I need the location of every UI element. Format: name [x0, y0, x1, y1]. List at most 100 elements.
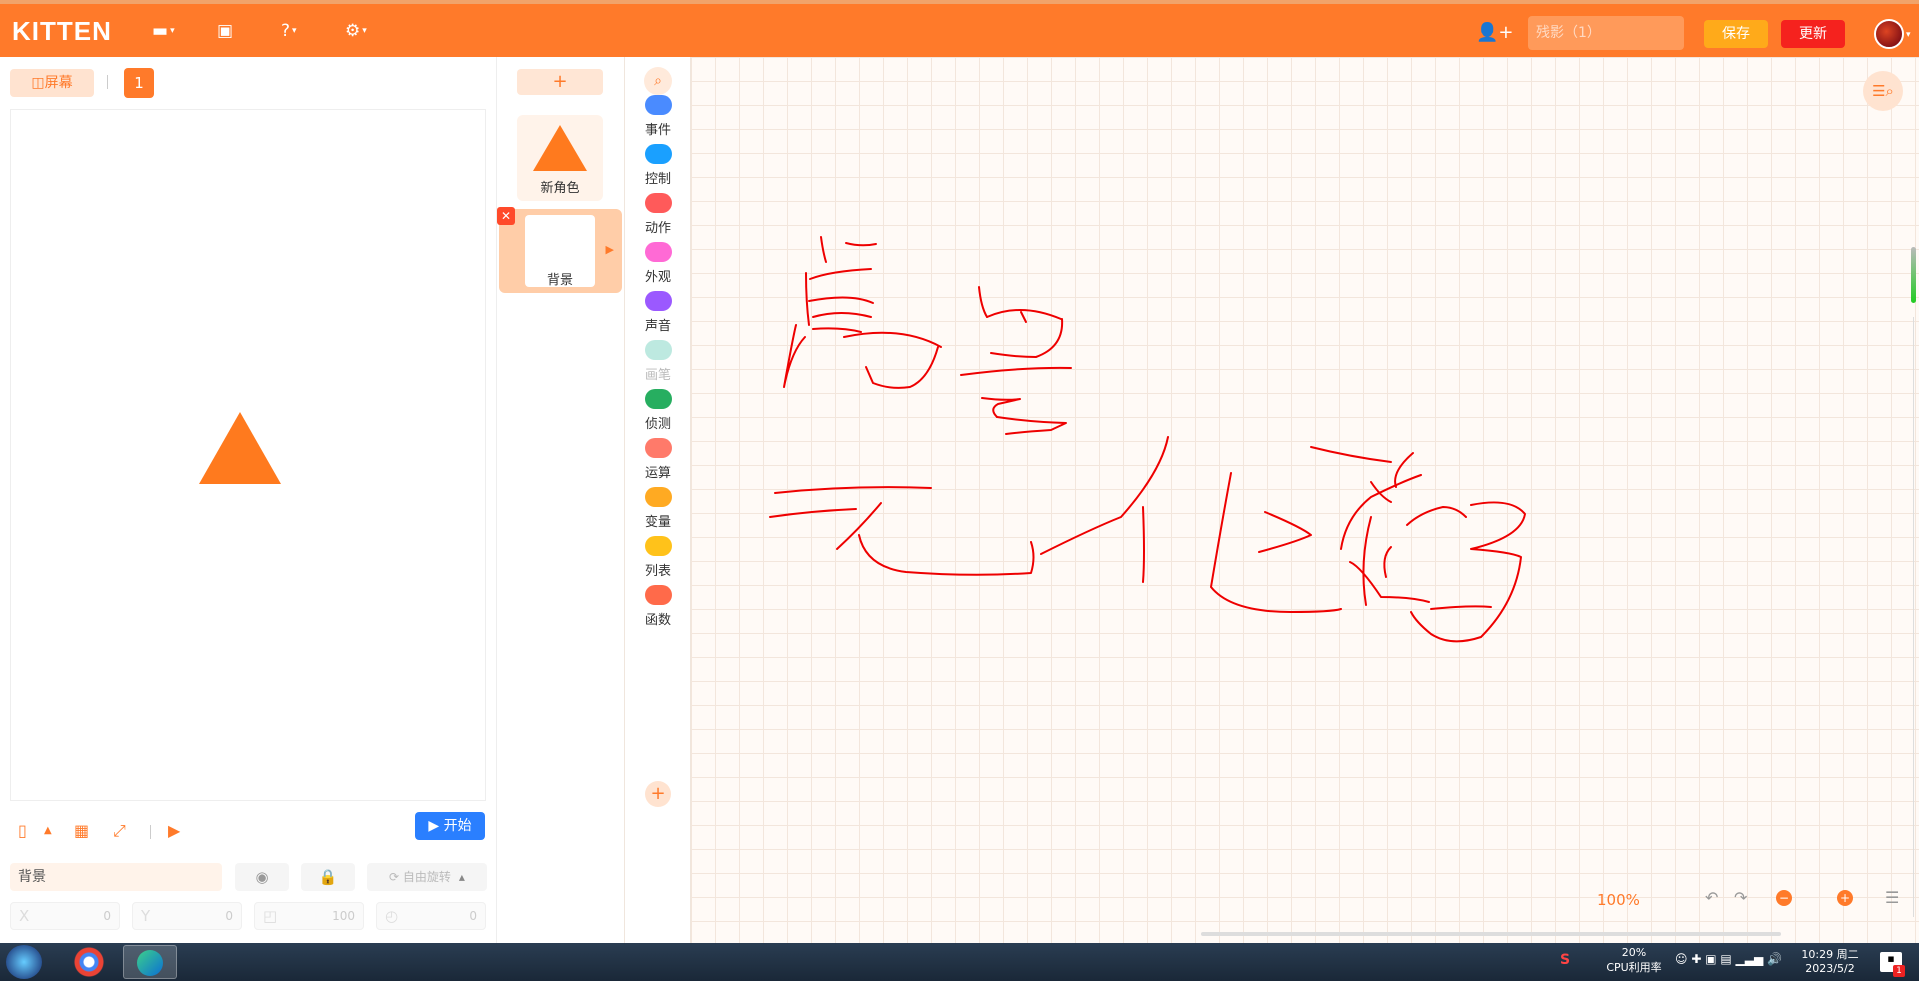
code-workspace[interactable]: ☰⌕ ↶ ↷ − 100% + ☰: [691, 57, 1919, 943]
workspace-search-button[interactable]: ☰⌕: [1863, 71, 1903, 111]
ink-stroke: [820, 236, 827, 263]
ink-stroke: [1410, 501, 1526, 643]
update-button[interactable]: 更新: [1781, 20, 1845, 48]
visibility-toggle[interactable]: ◉: [235, 863, 289, 891]
category-operator[interactable]: 运算: [625, 438, 691, 486]
ink-stroke: [978, 286, 988, 318]
category-motion[interactable]: 动作: [625, 193, 691, 241]
chrome-taskbar-icon[interactable]: [62, 945, 116, 979]
add-extension-button[interactable]: +: [645, 781, 671, 807]
rotation-mode-select[interactable]: ⟳ 自由旋转 ▴: [367, 863, 487, 891]
chevron-right-icon[interactable]: ▶: [606, 243, 614, 256]
ink-stroke: [774, 486, 932, 494]
avatar[interactable]: [1874, 19, 1904, 49]
screen-icon: ◫: [31, 75, 45, 91]
stage-sprite-triangle[interactable]: [199, 412, 281, 484]
background-card[interactable]: 背景 ✕ ▶: [497, 207, 622, 293]
category-sensing[interactable]: 侦测: [625, 389, 691, 437]
ink-stroke: [990, 318, 1064, 358]
settings-menu[interactable]: ⚙ ▾: [345, 18, 367, 44]
add-sprite-button[interactable]: +: [517, 69, 603, 95]
pen-icon: [644, 340, 672, 360]
category-looks[interactable]: 外观: [625, 242, 691, 290]
ink-stroke: [1142, 506, 1145, 583]
vertical-scrollbar[interactable]: [1911, 247, 1916, 303]
size-field[interactable]: ◰ 100: [254, 902, 364, 930]
event-icon: [644, 95, 672, 115]
undo-icon[interactable]: ↶: [1705, 888, 1718, 907]
stage-canvas[interactable]: [10, 109, 486, 801]
horizontal-scrollbar[interactable]: [1201, 932, 1781, 936]
category-label: 事件: [644, 123, 671, 138]
ink-stroke: [805, 272, 810, 326]
caret-up-icon[interactable]: ▲: [44, 825, 52, 836]
project-name-field[interactable]: 残影（1）: [1528, 16, 1684, 50]
variable-icon: [644, 487, 672, 507]
x-field[interactable]: X0: [10, 902, 120, 930]
screen-button[interactable]: ◫屏幕: [10, 69, 94, 97]
y-field[interactable]: Y0: [132, 902, 242, 930]
category-event[interactable]: 事件: [625, 95, 691, 143]
zoom-level: 100%: [1597, 891, 1640, 909]
tray-icons[interactable]: ☺ ✚ ▣ ▤ ▁▃▅ 🔊: [1675, 952, 1782, 966]
search-icon[interactable]: ⌕: [644, 67, 672, 95]
redo-icon[interactable]: ↷: [1734, 888, 1747, 907]
rotate-icon: ⟳: [389, 870, 403, 884]
motion-icon: [644, 193, 672, 213]
ink-stroke: [1383, 546, 1392, 578]
zoom-in-button[interactable]: +: [1837, 890, 1853, 906]
sound-icon: [644, 291, 672, 311]
lock-icon: 🔒: [318, 868, 338, 886]
object-name-field[interactable]: 背景: [10, 863, 222, 891]
chevron-down-icon[interactable]: ▾: [1906, 30, 1911, 40]
sprite-card[interactable]: 新角色: [517, 115, 603, 201]
divider: [150, 825, 151, 839]
cpu-widget[interactable]: 20% CPU利用率: [1598, 946, 1670, 975]
device-icon[interactable]: ▯: [18, 821, 27, 840]
app-logo: KITTEN: [12, 16, 112, 46]
category-variable[interactable]: 变量: [625, 487, 691, 535]
ime-icon[interactable]: S: [1560, 952, 1570, 968]
fullscreen-icon[interactable]: ⤢: [113, 821, 126, 841]
close-icon[interactable]: ✕: [497, 207, 515, 225]
ink-stroke: [1362, 516, 1372, 606]
start-button[interactable]: ▶ 开始: [415, 812, 485, 840]
category-sound[interactable]: 声音: [625, 291, 691, 339]
help-menu[interactable]: ? ▾: [281, 18, 297, 44]
folder-icon: ▬: [152, 21, 169, 41]
lock-toggle[interactable]: 🔒: [301, 863, 355, 891]
category-pen[interactable]: 画笔: [625, 340, 691, 388]
add-collaborator-icon[interactable]: 👤+: [1476, 22, 1514, 43]
ink-stroke: [981, 397, 1021, 418]
ink-stroke: [1430, 605, 1492, 610]
windows-start-button[interactable]: [6, 945, 42, 979]
align-blocks-icon[interactable]: ☰: [1885, 888, 1899, 907]
backpack-icon[interactable]: ▣: [217, 18, 233, 44]
category-function[interactable]: 函数: [625, 585, 691, 633]
grid-icon[interactable]: ▦: [74, 821, 89, 840]
stage-panel: ◫屏幕 1 ▯ ▲ ▦ ⤢ ▶ ▶ 开始 背景 ◉ 🔒 ⟳ 自由旋转 ▴ X0 Y…: [0, 57, 497, 943]
ink-stroke: [843, 331, 942, 348]
category-label: 画笔: [644, 368, 671, 383]
screen-tab-1[interactable]: 1: [124, 68, 154, 98]
category-label: 控制: [644, 172, 671, 187]
category-label: 变量: [644, 515, 671, 530]
category-list[interactable]: 列表: [625, 536, 691, 584]
rotation-field[interactable]: ◴ 0: [376, 902, 486, 930]
ink-stroke: [858, 534, 1035, 576]
file-menu[interactable]: ▬ ▾: [152, 18, 175, 44]
clock[interactable]: 10:29 周二 2023/5/2: [1790, 946, 1870, 975]
edge-taskbar-icon[interactable]: [123, 945, 177, 979]
ink-stroke: [1040, 436, 1169, 555]
category-label: 侦测: [644, 417, 671, 432]
sensing-icon: [644, 389, 672, 409]
category-label: 动作: [644, 221, 671, 236]
category-control[interactable]: 控制: [625, 144, 691, 192]
ink-stroke: [865, 346, 939, 389]
save-button[interactable]: 保存: [1704, 20, 1768, 48]
ink-stroke: [812, 312, 872, 318]
preview-icon[interactable]: ▶: [168, 821, 180, 840]
zoom-out-button[interactable]: −: [1776, 890, 1792, 906]
list-icon: [644, 536, 672, 556]
chevron-down-icon: ▾: [292, 26, 297, 36]
